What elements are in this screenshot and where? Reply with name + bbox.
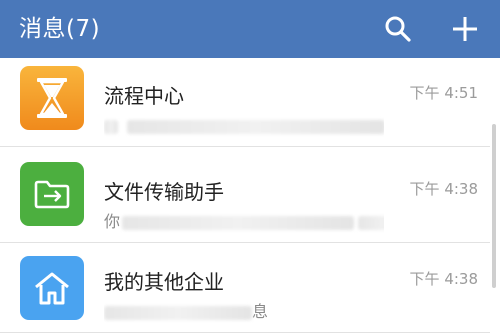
message-time: 下午 4:38: [409, 270, 478, 288]
message-item-process-center[interactable]: 流程中心 下午 4:51: [0, 58, 490, 147]
home-icon: [35, 272, 69, 305]
message-item-file-transfer[interactable]: 文件传输助手 下午 4:38 你...: [0, 154, 490, 243]
folder-icon: [34, 180, 70, 209]
message-preview: 息: [104, 301, 384, 323]
plus-icon: [453, 17, 477, 41]
add-button[interactable]: [446, 10, 484, 48]
search-button[interactable]: [379, 10, 417, 48]
message-list: 流程中心 下午 4:51 文件传输助手 下午 4:38 你... 我的其他: [0, 58, 500, 333]
message-time: 下午 4:38: [409, 180, 478, 198]
preview-text-end: 息: [252, 302, 269, 321]
app-icon-file-transfer: [20, 162, 84, 226]
blurred-text: [104, 119, 118, 134]
search-icon: [385, 16, 411, 42]
preview-text-start: 你: [104, 212, 121, 231]
app-icon-process-center: [20, 66, 84, 130]
message-item-other-enterprise[interactable]: 我的其他企业 下午 4:38 息: [0, 244, 490, 333]
blurred-text: [104, 305, 252, 320]
message-preview: 你...: [104, 211, 384, 233]
scrollbar[interactable]: [492, 124, 496, 288]
top-bar: 消息(7): [0, 0, 500, 58]
message-title: 流程中心: [104, 84, 184, 108]
message-title: 我的其他企业: [104, 270, 224, 294]
blurred-text: [127, 119, 384, 134]
page-title: 消息(7): [19, 16, 101, 42]
message-title: 文件传输助手: [104, 180, 224, 204]
blurred-text: [358, 215, 384, 230]
message-time: 下午 4:51: [409, 84, 478, 102]
blurred-text: [122, 215, 355, 230]
app-icon-other-enterprise: [20, 256, 84, 320]
hourglass-icon: [37, 78, 67, 118]
message-preview: [104, 115, 384, 137]
